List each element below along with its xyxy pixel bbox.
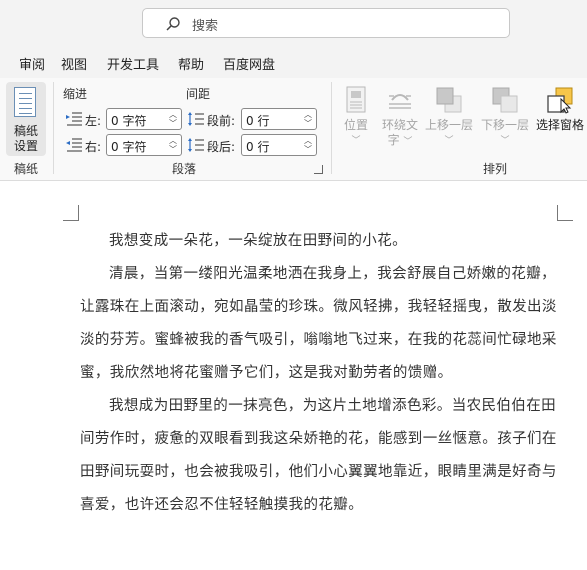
arrange-group-label: 排列 bbox=[483, 162, 508, 176]
tab-review[interactable]: 审阅 bbox=[19, 54, 45, 73]
bring-forward-icon bbox=[436, 87, 462, 113]
selection-pane-label: 选择窗格 bbox=[535, 118, 584, 132]
spacing-after-input[interactable]: 0 行 ︿ ﹀ bbox=[241, 134, 317, 156]
wrap-text-button[interactable]: 环绕文 字 ﹀ bbox=[374, 82, 426, 150]
ribbon: 稿纸 设置 稿纸 缩进 间距 左: 0 字符 ︿ ﹀ 右: 0 字符 ︿ ﹀ 段… bbox=[0, 78, 587, 181]
tab-view[interactable]: 视图 bbox=[61, 54, 87, 73]
tab-baidu-netdisk[interactable]: 百度网盘 bbox=[223, 54, 275, 73]
spacing-before-value: 0 行 bbox=[246, 114, 270, 128]
group-divider bbox=[53, 82, 54, 174]
spacing-after-icon bbox=[188, 138, 204, 152]
paragraph[interactable]: 我想变成一朵花，一朵绽放在田野间的小花。 bbox=[80, 225, 560, 258]
manuscript-settings-button[interactable]: 稿纸 设置 bbox=[6, 82, 46, 156]
manuscript-label-line2: 设置 bbox=[13, 139, 38, 153]
selection-pane-icon bbox=[547, 87, 573, 114]
indent-right-label: 右: bbox=[85, 140, 102, 154]
spin-down-icon[interactable]: ﹀ bbox=[168, 145, 178, 154]
tab-help[interactable]: 帮助 bbox=[178, 54, 204, 73]
spacing-header: 间距 bbox=[186, 87, 211, 101]
spacing-after-label: 段后: bbox=[207, 140, 236, 154]
spacing-after-value: 0 行 bbox=[246, 140, 270, 154]
search-icon bbox=[166, 17, 180, 31]
indent-right-icon bbox=[66, 138, 82, 152]
search-box[interactable]: 搜索 bbox=[142, 8, 510, 38]
indent-left-icon bbox=[66, 112, 82, 126]
indent-left-input[interactable]: 0 字符 ︿ ﹀ bbox=[106, 108, 182, 130]
paragraph-group-label: 段落 bbox=[172, 162, 197, 176]
spin-up-icon[interactable]: ︿ bbox=[168, 110, 178, 119]
spacing-before-label: 段前: bbox=[207, 114, 236, 128]
spin-down-icon[interactable]: ﹀ bbox=[168, 119, 178, 128]
send-backward-button[interactable]: 下移一层 ﹀ bbox=[477, 82, 533, 146]
margin-corner-top-right bbox=[557, 205, 573, 221]
position-icon bbox=[346, 86, 366, 113]
spin-down-icon[interactable]: ﹀ bbox=[303, 119, 313, 128]
manuscript-group-label: 稿纸 bbox=[14, 162, 39, 176]
indent-left-value: 0 字符 bbox=[111, 114, 147, 128]
paragraph[interactable]: 我想成为田野里的一抹亮色，为这片土地增添色彩。当农民伯伯在田间劳作时，疲惫的双眼… bbox=[80, 390, 560, 522]
wrap-text-label-line1: 环绕文 bbox=[381, 118, 418, 132]
indent-right-input[interactable]: 0 字符 ︿ ﹀ bbox=[106, 134, 182, 156]
wrap-text-icon bbox=[389, 94, 411, 109]
document-page[interactable]: 我想变成一朵花，一朵绽放在田野间的小花。 清晨，当第一缕阳光温柔地洒在我身上，我… bbox=[0, 181, 587, 570]
manuscript-label-line1: 稿纸 bbox=[13, 124, 38, 138]
spacing-before-icon bbox=[188, 112, 204, 126]
ribbon-tabs: 审阅 视图 开发工具 帮助 百度网盘 bbox=[0, 48, 587, 78]
document-body[interactable]: 我想变成一朵花，一朵绽放在田野间的小花。 清晨，当第一缕阳光温柔地洒在我身上，我… bbox=[80, 225, 560, 522]
indent-right-value: 0 字符 bbox=[111, 140, 147, 154]
spacing-before-input[interactable]: 0 行 ︿ ﹀ bbox=[241, 108, 317, 130]
indent-left-label: 左: bbox=[85, 114, 102, 128]
paragraph[interactable]: 清晨，当第一缕阳光温柔地洒在我身上，我会舒展自己娇嫩的花瓣，让露珠在上面滚动，宛… bbox=[80, 258, 560, 390]
spin-down-icon[interactable]: ﹀ bbox=[303, 145, 313, 154]
bring-forward-label: 上移一层 bbox=[424, 118, 473, 132]
wrap-text-label-line2: 字 ﹀ bbox=[387, 133, 413, 147]
search-placeholder: 搜索 bbox=[192, 19, 219, 34]
indent-header: 缩进 bbox=[63, 87, 88, 101]
spin-up-icon[interactable]: ︿ bbox=[168, 136, 178, 145]
selection-pane-button[interactable]: 选择窗格 bbox=[533, 82, 587, 133]
send-backward-label: 下移一层 bbox=[480, 118, 529, 132]
chevron-down-icon: ﹀ bbox=[444, 136, 454, 146]
paragraph-dialog-launcher-icon[interactable] bbox=[314, 165, 323, 174]
margin-corner-top-left bbox=[63, 205, 79, 221]
tab-developer[interactable]: 开发工具 bbox=[107, 54, 159, 73]
title-bar: 搜索 bbox=[0, 0, 587, 48]
spin-up-icon[interactable]: ︿ bbox=[303, 136, 313, 145]
chevron-down-icon: ﹀ bbox=[500, 136, 510, 146]
spin-up-icon[interactable]: ︿ bbox=[303, 110, 313, 119]
bring-forward-button[interactable]: 上移一层 ﹀ bbox=[421, 82, 477, 146]
send-backward-icon bbox=[492, 87, 518, 113]
manuscript-icon bbox=[14, 87, 36, 117]
